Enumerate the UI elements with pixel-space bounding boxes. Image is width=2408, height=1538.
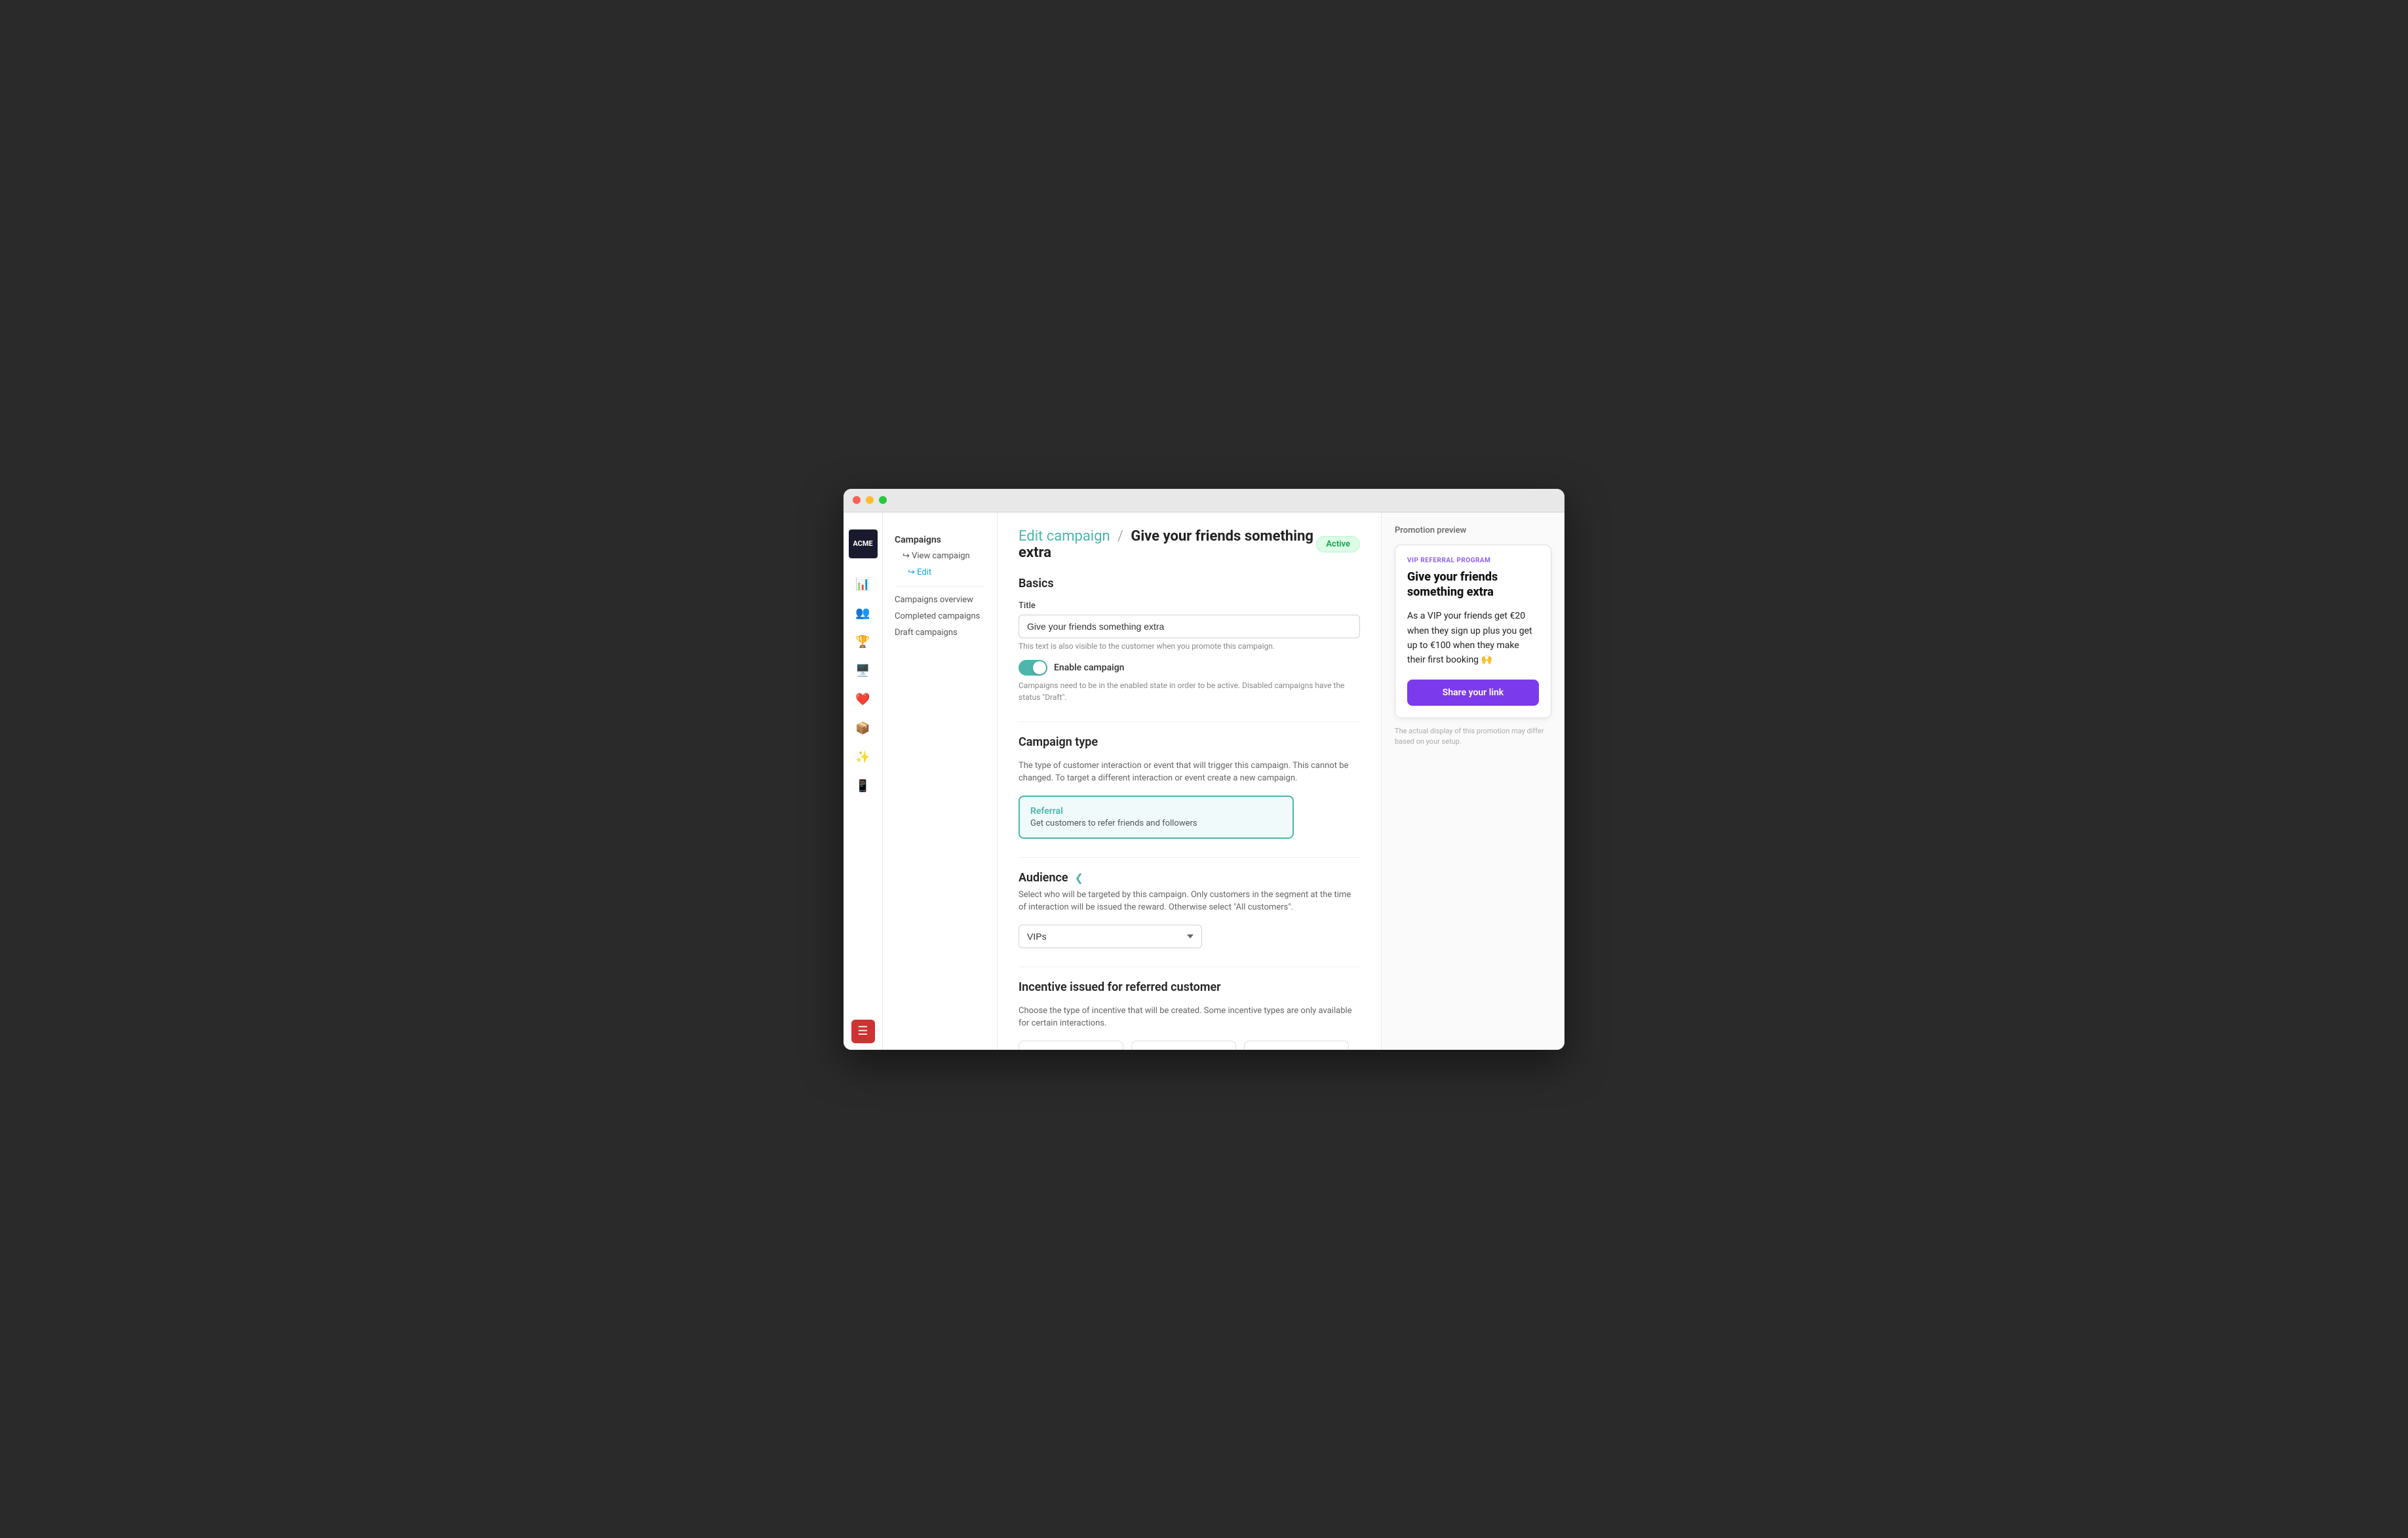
audience-collapse-button[interactable]: ❮: [1075, 872, 1083, 884]
sidebar-item-phone[interactable]: 📱: [850, 773, 876, 799]
audience-header-row: Audience ❮: [1019, 871, 1360, 885]
campaign-type-section: Campaign type The type of customer inter…: [1019, 735, 1360, 839]
preview-heading: Give your friends something extra: [1407, 569, 1539, 600]
sidebar-item-view-campaign[interactable]: ↪ View campaign: [889, 548, 990, 564]
preview-card: VIP REFERRAL PROGRAM Give your friends s…: [1395, 545, 1551, 718]
preview-body: As a VIP your friends get €20 when they …: [1407, 609, 1539, 668]
left-panel: ACME 📊 👥 🏆 🖥️ ❤️ 📦 ✨ 📱 ☰ Campaigns ↪ Vie: [844, 512, 998, 1050]
icon-sidebar: ACME 📊 👥 🏆 🖥️ ❤️ 📦 ✨ 📱 ☰: [844, 512, 883, 1050]
audience-select[interactable]: All customers VIPs New customers Returni…: [1019, 925, 1202, 948]
nav-text: Campaigns ↪ View campaign ↪ Edit Campaig…: [883, 512, 998, 1050]
basics-section: Basics Title This text is also visible t…: [1019, 577, 1360, 703]
campaign-type-desc: The type of customer interaction or even…: [1019, 759, 1360, 785]
titlebar: [844, 489, 1564, 512]
divider-2: [1019, 857, 1360, 858]
breadcrumb-link[interactable]: Edit campaign: [1019, 528, 1110, 545]
close-button[interactable]: [853, 496, 861, 504]
app-body: ACME 📊 👥 🏆 🖥️ ❤️ 📦 ✨ 📱 ☰ Campaigns ↪ Vie: [844, 512, 1564, 1050]
audience-section: Audience ❮ Select who will be targeted b…: [1019, 871, 1360, 948]
sidebar-item-trophy[interactable]: 🏆: [850, 629, 876, 655]
status-badge: Active: [1316, 536, 1360, 552]
campaign-type-title: Campaign type: [1019, 735, 1360, 749]
divider-1: [1019, 721, 1360, 722]
toggle-row: Enable campaign: [1019, 660, 1360, 676]
preview-cta-button[interactable]: Share your link: [1407, 680, 1539, 706]
sidebar-item-draft-campaigns[interactable]: Draft campaigns: [889, 625, 990, 641]
title-label: Title: [1019, 601, 1360, 611]
sidebar-item-star[interactable]: ✨: [850, 744, 876, 771]
campaign-type-name: Referral: [1030, 806, 1282, 817]
title-input[interactable]: [1019, 615, 1360, 638]
toggle-label: Enable campaign: [1054, 663, 1124, 673]
minimize-button[interactable]: [866, 496, 874, 504]
sidebar-item-box[interactable]: 📦: [850, 716, 876, 742]
incentive-card-percentage[interactable]: ❤️% Percentagevoucher: [1244, 1041, 1349, 1050]
page-header: Edit campaign / Give your friends someth…: [1019, 528, 1360, 561]
sidebar-nav-title: Campaigns: [889, 529, 990, 548]
preview-section-title: Promotion preview: [1395, 526, 1551, 535]
preview-footnote: The actual display of this promotion may…: [1395, 726, 1551, 748]
toggle-hint: Campaigns need to be in the enabled stat…: [1019, 680, 1360, 703]
sidebar-item-heart[interactable]: ❤️: [850, 687, 876, 713]
incentive-title: Incentive issued for referred customer: [1019, 980, 1360, 994]
sidebar-item-campaigns-overview[interactable]: Campaigns overview: [889, 592, 990, 608]
sidebar-item-completed-campaigns[interactable]: Completed campaigns: [889, 608, 990, 625]
enable-campaign-toggle[interactable]: [1019, 660, 1047, 676]
toggle-knob: [1033, 661, 1046, 674]
sidebar-item-edit[interactable]: ↪ Edit: [889, 564, 990, 581]
incentive-section: Incentive issued for referred customer C…: [1019, 980, 1360, 1050]
page-title: Edit campaign / Give your friends someth…: [1019, 528, 1316, 561]
incentive-cards-row: ❤️$ Monetaryvoucher ❤️🎁 Perkvoucher ❤️%: [1019, 1041, 1360, 1050]
sidebar-item-menu[interactable]: ☰: [851, 1020, 875, 1043]
incentive-desc: Choose the type of incentive that will b…: [1019, 1005, 1360, 1030]
sidebar-item-chart[interactable]: 📊: [850, 571, 876, 598]
sidebar-item-people[interactable]: 👥: [850, 600, 876, 626]
maximize-button[interactable]: [879, 496, 887, 504]
campaign-type-card-referral[interactable]: Referral Get customers to refer friends …: [1019, 796, 1294, 839]
basics-section-title: Basics: [1019, 577, 1360, 590]
sidebar-item-screen[interactable]: 🖥️: [850, 658, 876, 684]
main-content: Edit campaign / Give your friends someth…: [998, 512, 1381, 1050]
audience-desc: Select who will be targeted by this camp…: [1019, 889, 1360, 914]
incentive-card-perk[interactable]: ❤️🎁 Perkvoucher: [1131, 1041, 1236, 1050]
right-panel: Promotion preview VIP REFERRAL PROGRAM G…: [1381, 512, 1564, 1050]
title-hint: This text is also visible to the custome…: [1019, 642, 1360, 651]
breadcrumb-separator: /: [1117, 528, 1123, 545]
app-window: ACME 📊 👥 🏆 🖥️ ❤️ 📦 ✨ 📱 ☰ Campaigns ↪ Vie: [844, 489, 1564, 1050]
audience-title: Audience: [1019, 871, 1068, 885]
app-logo: ACME: [849, 529, 878, 558]
campaign-type-type-desc: Get customers to refer friends and follo…: [1030, 818, 1282, 828]
preview-tag: VIP REFERRAL PROGRAM: [1407, 557, 1539, 564]
incentive-card-monetary[interactable]: ❤️$ Monetaryvoucher: [1019, 1041, 1123, 1050]
